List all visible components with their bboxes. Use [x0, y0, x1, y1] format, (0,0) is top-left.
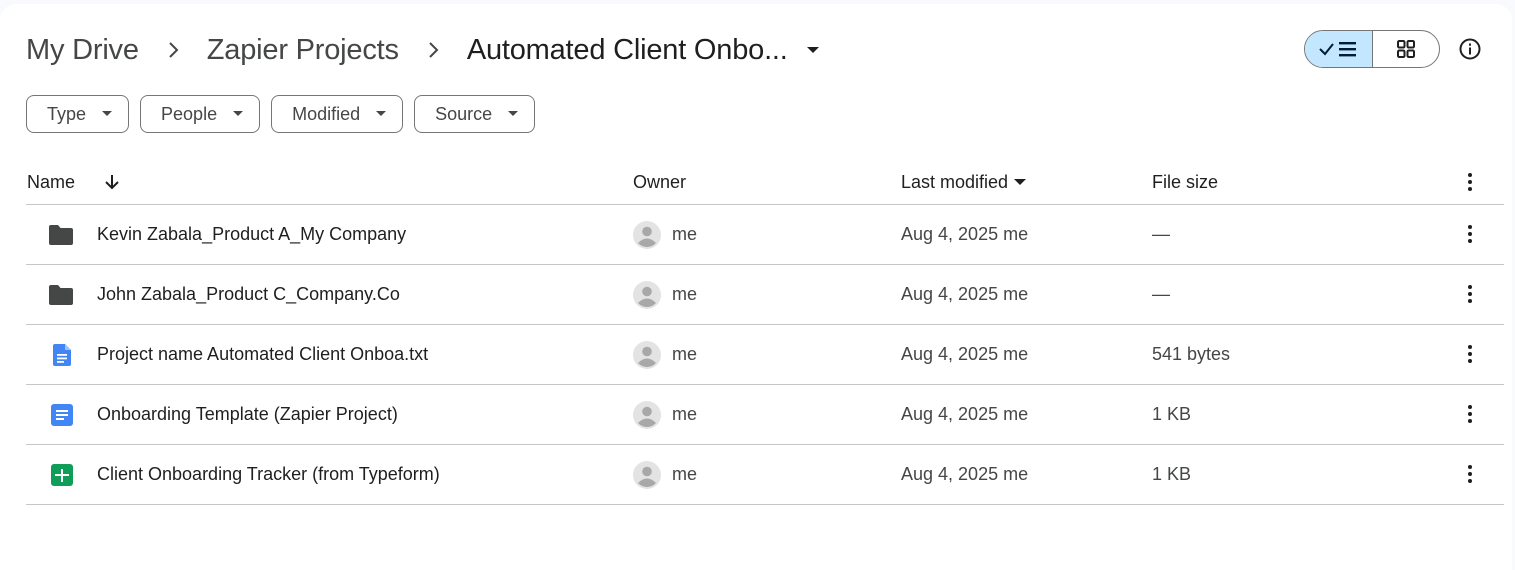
- owner-cell: me: [633, 205, 697, 264]
- file-name: Kevin Zabala_Product A_My Company: [97, 224, 407, 244]
- more-vert-icon[interactable]: [1458, 222, 1482, 246]
- more-vert-icon[interactable]: [1458, 282, 1482, 306]
- folder-icon: [48, 205, 74, 264]
- modified-by: me: [1003, 224, 1029, 244]
- filter-chips: Type People Modified Source: [26, 95, 536, 133]
- filter-modified-label: Modified: [292, 103, 361, 124]
- owner-cell: me: [633, 385, 697, 444]
- more-vert-icon[interactable]: [1458, 342, 1482, 366]
- modified-date: Aug 4, 2025: [901, 224, 999, 244]
- owner-cell: me: [633, 265, 697, 324]
- table-row[interactable]: Onboarding Template (Zapier Project) me …: [26, 385, 1504, 445]
- chevron-right-icon: [167, 41, 179, 59]
- modified-cell: Aug 4, 2025 me: [901, 445, 1028, 504]
- modified-cell: Aug 4, 2025 me: [901, 325, 1028, 384]
- folder-icon: [48, 265, 74, 324]
- more-vert-icon[interactable]: [1458, 170, 1482, 194]
- column-file-size-label: File size: [1152, 171, 1219, 192]
- modified-by: me: [1003, 464, 1029, 484]
- modified-cell: Aug 4, 2025 me: [901, 205, 1028, 264]
- file-name: Onboarding Template (Zapier Project): [97, 404, 398, 424]
- file-name: John Zabala_Product C_Company.Co: [97, 284, 400, 304]
- modified-cell: Aug 4, 2025 me: [901, 265, 1028, 324]
- owner-cell: me: [633, 445, 697, 504]
- column-name[interactable]: Name: [27, 160, 121, 204]
- filter-modified[interactable]: Modified: [271, 95, 404, 133]
- text-file-icon: [53, 325, 71, 384]
- owner-name: me: [672, 344, 698, 364]
- google-docs-icon: [51, 385, 73, 444]
- filter-type-label: Type: [47, 103, 87, 124]
- owner-name: me: [672, 224, 698, 244]
- modified-by: me: [1003, 284, 1029, 304]
- info-icon[interactable]: [1458, 37, 1482, 61]
- filter-source[interactable]: Source: [414, 95, 536, 133]
- caret-down-icon: [102, 111, 113, 116]
- modified-date: Aug 4, 2025: [901, 404, 999, 424]
- breadcrumb-zapier-projects[interactable]: Zapier Projects: [207, 34, 399, 67]
- avatar: [633, 220, 661, 249]
- caret-down-icon: [1014, 178, 1027, 185]
- file-size: —: [1152, 284, 1170, 304]
- breadcrumb-current-folder[interactable]: Automated Client Onbo...: [467, 34, 820, 67]
- caret-down-icon: [376, 111, 387, 116]
- column-owner[interactable]: Owner: [633, 160, 686, 204]
- column-name-label: Name: [27, 171, 76, 192]
- column-file-size[interactable]: File size: [1152, 160, 1218, 204]
- modified-by: me: [1003, 344, 1029, 364]
- avatar: [633, 400, 661, 429]
- list-check-icon: [1319, 42, 1357, 57]
- column-last-modified[interactable]: Last modified: [901, 160, 1027, 204]
- grid-view-button[interactable]: [1373, 31, 1440, 67]
- filter-source-label: Source: [435, 103, 493, 124]
- table-row[interactable]: Project name Automated Client Onboa.txt …: [26, 325, 1504, 385]
- owner-name: me: [672, 404, 698, 424]
- grid-icon: [1396, 40, 1415, 58]
- avatar: [633, 280, 661, 309]
- list-view-button[interactable]: [1305, 31, 1373, 67]
- breadcrumb-my-drive[interactable]: My Drive: [26, 34, 139, 67]
- caret-down-icon: [233, 111, 244, 116]
- file-size: 1 KB: [1152, 464, 1192, 484]
- filter-type[interactable]: Type: [26, 95, 130, 133]
- filter-people[interactable]: People: [140, 95, 261, 133]
- owner-name: me: [672, 284, 698, 304]
- caret-down-icon: [806, 46, 820, 54]
- file-name: Client Onboarding Tracker (from Typeform…: [97, 464, 440, 484]
- current-folder-label: Automated Client Onbo...: [466, 33, 788, 66]
- caret-down-icon: [508, 111, 519, 116]
- table-row[interactable]: Kevin Zabala_Product A_My Company me Aug…: [26, 205, 1504, 265]
- avatar: [633, 460, 661, 489]
- table-row[interactable]: Client Onboarding Tracker (from Typeform…: [26, 445, 1504, 505]
- modified-date: Aug 4, 2025: [901, 344, 999, 364]
- chevron-right-icon: [427, 41, 439, 59]
- file-name: Project name Automated Client Onboa.txt: [97, 344, 429, 364]
- view-toggle: [1304, 30, 1440, 68]
- file-size: 541 bytes: [1152, 344, 1231, 364]
- more-vert-icon[interactable]: [1458, 462, 1482, 486]
- modified-date: Aug 4, 2025: [901, 464, 999, 484]
- modified-cell: Aug 4, 2025 me: [901, 385, 1028, 444]
- modified-date: Aug 4, 2025: [901, 284, 999, 304]
- more-vert-icon[interactable]: [1458, 402, 1482, 426]
- file-size: —: [1152, 224, 1170, 244]
- table-header: Name Owner Last modified File size: [26, 160, 1504, 205]
- column-owner-label: Owner: [633, 171, 687, 192]
- avatar: [633, 340, 661, 369]
- filter-people-label: People: [161, 103, 218, 124]
- modified-by: me: [1003, 404, 1029, 424]
- table-row[interactable]: John Zabala_Product C_Company.Co me Aug …: [26, 265, 1504, 325]
- breadcrumb: My Drive Zapier Projects Automated Clien…: [26, 30, 820, 70]
- sort-arrow-down-icon: [105, 175, 119, 190]
- owner-name: me: [672, 464, 698, 484]
- google-sheets-icon: [51, 445, 73, 504]
- column-last-modified-label: Last modified: [901, 171, 1009, 192]
- owner-cell: me: [633, 325, 697, 384]
- file-size: 1 KB: [1152, 404, 1192, 424]
